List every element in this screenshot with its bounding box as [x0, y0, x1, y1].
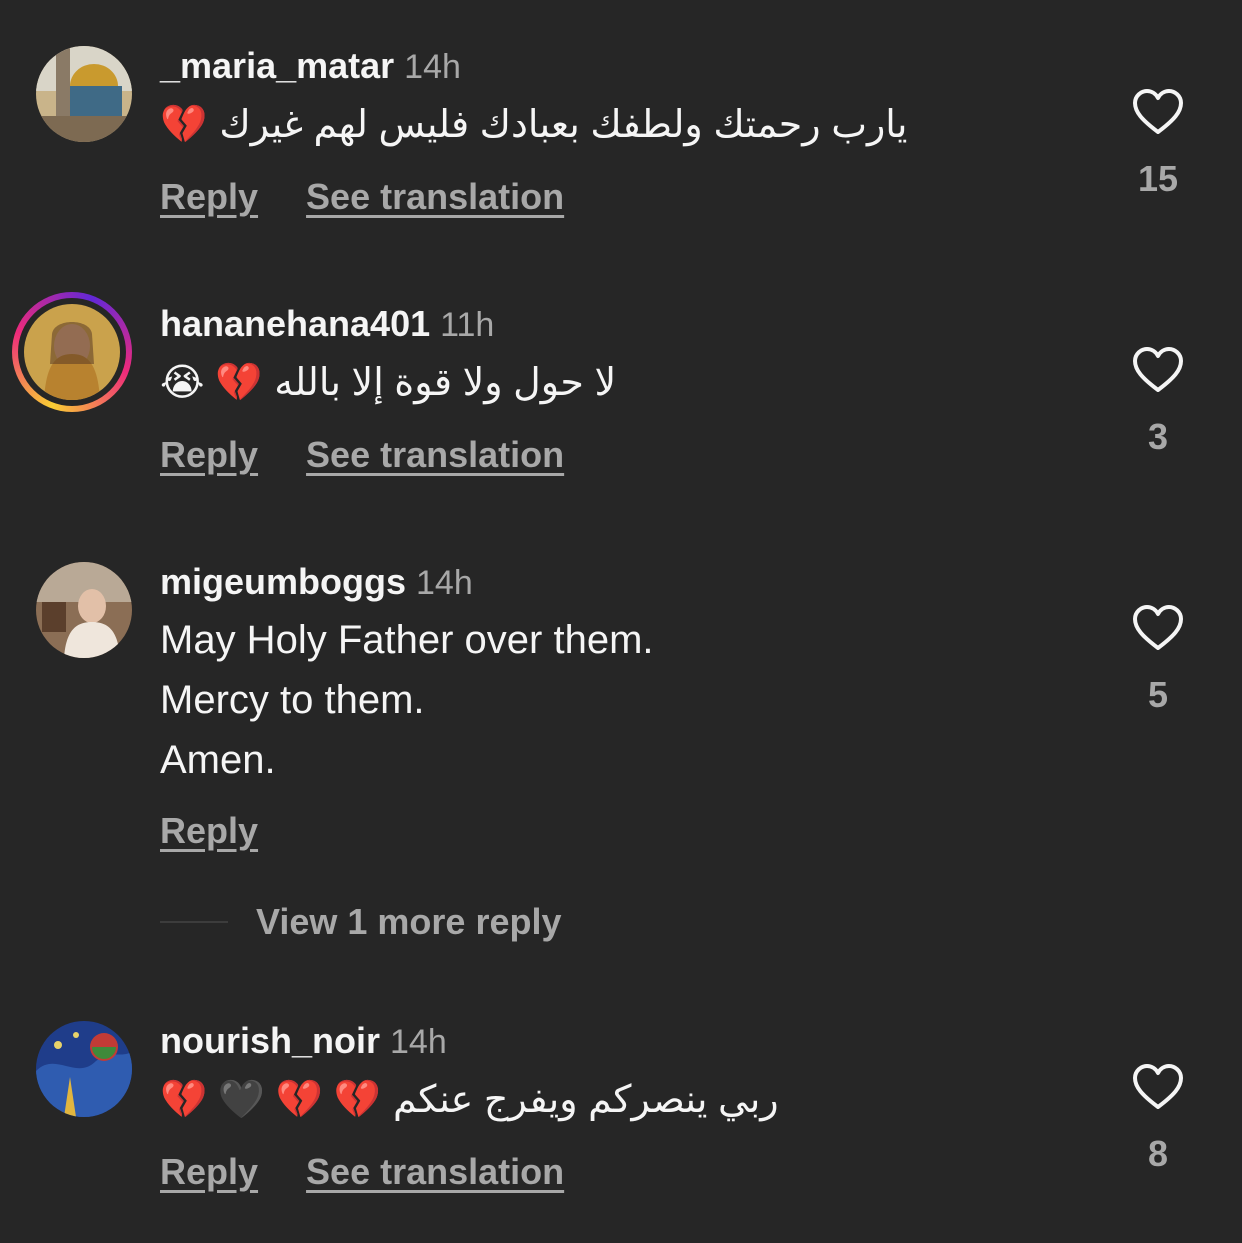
like-group: 3: [1120, 346, 1196, 458]
comment-text: 💔 يارب رحمتك ولطفك بعبادك فليس لهم غيرك: [160, 102, 907, 147]
like-count: 3: [1147, 416, 1169, 457]
like-count: 8: [1147, 1133, 1169, 1174]
like-count: 15: [1137, 158, 1179, 199]
avatar[interactable]: [36, 562, 132, 658]
see-translation-button[interactable]: See translation: [306, 434, 564, 475]
comment-emoji: 💔: [160, 104, 208, 146]
view-more-replies-label: View 1 more reply: [256, 901, 562, 942]
avatar[interactable]: [36, 1021, 132, 1117]
comment-header: nourish_noir 14h: [160, 1020, 447, 1062]
like-group: 15: [1120, 88, 1196, 200]
timestamp: 14h: [416, 564, 473, 602]
username[interactable]: hananehana401: [160, 303, 430, 344]
avatar-image-dome: [36, 46, 132, 142]
comment-body: ربي ينصركم ويفرج عنكم: [392, 1079, 779, 1121]
comment-body: May Holy Father over them. Mercy to them…: [160, 610, 654, 790]
like-count: 5: [1147, 674, 1169, 715]
username[interactable]: migeumboggs: [160, 561, 406, 602]
comment-header: hananehana401 11h: [160, 303, 495, 345]
comment-emoji: 😭 💔: [160, 362, 263, 404]
see-translation-button[interactable]: See translation: [306, 1151, 564, 1192]
avatar-image-portrait: [36, 562, 132, 658]
comment: _maria_matar 14h 💔 يارب رحمتك ولطفك بعبادك…: [0, 46, 1242, 246]
username[interactable]: nourish_noir: [160, 1020, 380, 1061]
like-group: 5: [1120, 604, 1196, 716]
comment-actions: Reply See translation: [160, 176, 564, 218]
comment: migeumboggs 14h May Holy Father over them…: [0, 562, 1242, 862]
timestamp: 14h: [390, 1023, 447, 1061]
comment: nourish_noir 14h 💔 🖤 💔 💔 ربي ينصركم ويفرج …: [0, 1021, 1242, 1231]
comment-actions: Reply See translation: [160, 1151, 564, 1193]
comment-text: 😭 💔 لا حول ولا قوة إلا بالله: [160, 360, 616, 405]
comment-line: Mercy to them.: [160, 678, 425, 722]
replies-divider: [160, 921, 228, 923]
username[interactable]: _maria_matar: [160, 45, 394, 86]
avatar-story-ring[interactable]: [12, 292, 132, 412]
comment-line: May Holy Father over them.: [160, 618, 654, 662]
comment-emoji: 💔 🖤 💔 💔: [160, 1079, 381, 1121]
heart-outline-icon[interactable]: [1132, 346, 1184, 394]
timestamp: 14h: [404, 48, 461, 86]
comment-line: Amen.: [160, 738, 276, 782]
comment-actions: Reply: [160, 810, 258, 852]
avatar-image-starry-night: [36, 1021, 132, 1117]
comment-body: يارب رحمتك ولطفك بعبادك فليس لهم غيرك: [219, 104, 908, 146]
reply-button[interactable]: Reply: [160, 176, 258, 217]
see-translation-button[interactable]: See translation: [306, 176, 564, 217]
heart-outline-icon[interactable]: [1132, 1063, 1184, 1111]
like-group: 8: [1120, 1063, 1196, 1175]
timestamp: 11h: [440, 306, 495, 344]
comment: hananehana401 11h 😭 💔 لا حول ولا قوة إلا ب…: [0, 292, 1242, 504]
comment-header: _maria_matar 14h: [160, 45, 461, 87]
comment-actions: Reply See translation: [160, 434, 564, 476]
heart-outline-icon[interactable]: [1132, 604, 1184, 652]
reply-button[interactable]: Reply: [160, 1151, 258, 1192]
avatar-image-portrait: [24, 304, 120, 400]
reply-button[interactable]: Reply: [160, 810, 258, 851]
view-more-replies-button[interactable]: View 1 more reply: [160, 900, 562, 944]
avatar: [24, 304, 120, 400]
heart-outline-icon[interactable]: [1132, 88, 1184, 136]
comment-body: لا حول ولا قوة إلا بالله: [274, 362, 617, 404]
reply-button[interactable]: Reply: [160, 434, 258, 475]
comment-text: 💔 🖤 💔 💔 ربي ينصركم ويفرج عنكم: [160, 1077, 779, 1122]
avatar[interactable]: [36, 46, 132, 142]
comment-header: migeumboggs 14h: [160, 561, 473, 603]
